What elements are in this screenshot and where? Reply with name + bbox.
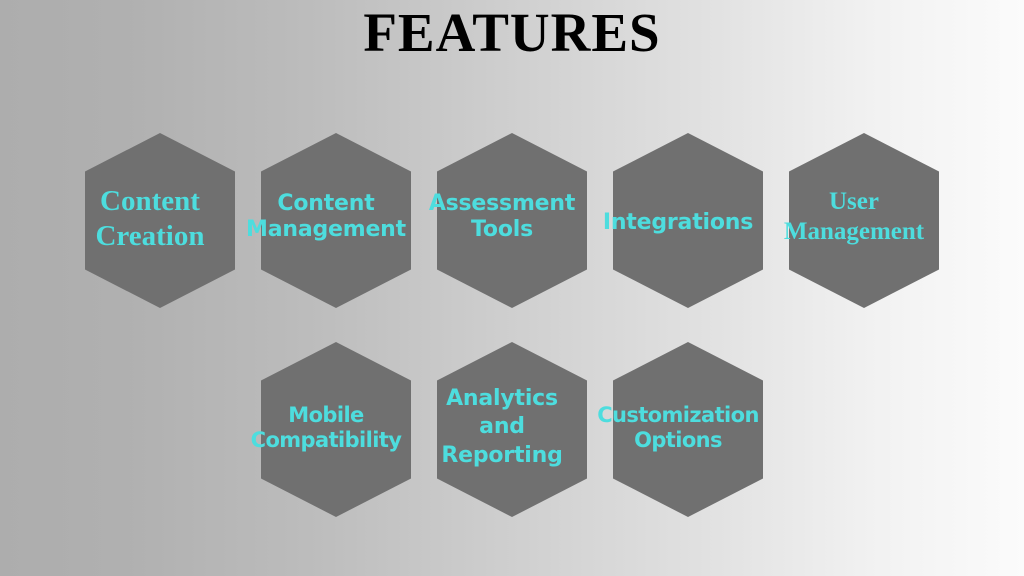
hexagon-shape <box>85 133 235 308</box>
feature-hexagon-integrations[interactable]: Integrations <box>603 133 763 308</box>
hexagon-shape <box>613 342 763 517</box>
hexagon-shape <box>437 342 587 517</box>
feature-row-bottom: Mobile Compatibility Analytics and Repor… <box>251 342 763 517</box>
page-title: FEATURES <box>363 2 661 63</box>
hexagon-shape <box>437 133 587 308</box>
hexagon-shape <box>613 133 763 308</box>
feature-hexagon-analytics-and-reporting[interactable]: Analytics and Reporting <box>437 342 587 517</box>
feature-hexagon-content-creation[interactable]: Content Creation <box>85 133 235 308</box>
hexagon-shape <box>261 342 411 517</box>
feature-hexagon-assessment-tools[interactable]: Assessment Tools <box>429 133 587 308</box>
feature-row-top: Content Creation Content Management Asse… <box>85 133 939 308</box>
feature-hexagon-user-management[interactable]: User Management <box>784 133 939 308</box>
feature-hexagon-customization-options[interactable]: Customization Options <box>597 342 763 517</box>
slide-canvas: FEATURES Content Creation Content Manage… <box>0 0 1024 576</box>
feature-hexagon-mobile-compatibility[interactable]: Mobile Compatibility <box>251 342 411 517</box>
feature-hexagon-content-management[interactable]: Content Management <box>246 133 411 308</box>
hexagon-shape <box>789 133 939 308</box>
hexagon-shape <box>261 133 411 308</box>
